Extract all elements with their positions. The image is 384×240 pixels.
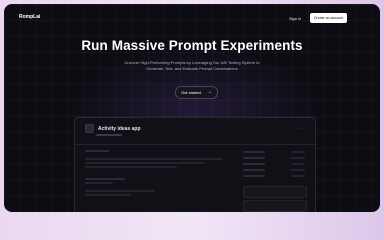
app-title: Activity ideas app — [98, 125, 141, 132]
create-account-button[interactable]: Create an account — [310, 13, 347, 23]
page-frame: RompLai Sign in Create an account Run Ma… — [4, 4, 380, 212]
hero-title: Run Massive Prompt Experiments — [81, 38, 303, 53]
app-preview-window: Activity ideas app ⋯ — [74, 117, 316, 212]
panel-heading-placeholder — [85, 150, 109, 152]
more-dots-icon[interactable]: ⋯ — [297, 126, 301, 131]
text-line — [85, 178, 125, 180]
settings-box[interactable] — [243, 186, 307, 198]
settings-row — [243, 168, 305, 172]
hero-subtitle: Uncover High-Performing Prompts by Lever… — [124, 60, 260, 71]
settings-row — [243, 150, 305, 154]
text-line — [85, 190, 155, 192]
prompt-editor-panel — [85, 150, 233, 212]
top-nav: RompLai Sign in Create an account — [4, 4, 380, 30]
settings-row — [243, 174, 305, 178]
arrow-right-icon: → — [206, 89, 212, 95]
get-started-button[interactable]: Get started → — [175, 86, 218, 99]
settings-box[interactable] — [243, 200, 307, 212]
text-line — [85, 166, 177, 168]
header-divider — [75, 144, 315, 145]
app-header: Activity ideas app — [85, 124, 141, 133]
app-subtitle-placeholder — [96, 133, 122, 136]
settings-row — [243, 156, 305, 160]
text-line — [85, 194, 131, 196]
sign-in-link[interactable]: Sign in — [289, 16, 301, 21]
settings-row — [243, 162, 305, 166]
get-started-label: Get started — [181, 90, 201, 95]
text-line — [85, 158, 223, 160]
text-line — [85, 182, 113, 184]
logo[interactable]: RompLai — [19, 14, 40, 20]
app-icon — [85, 124, 94, 133]
text-line — [85, 162, 205, 164]
settings-panel — [243, 150, 307, 212]
